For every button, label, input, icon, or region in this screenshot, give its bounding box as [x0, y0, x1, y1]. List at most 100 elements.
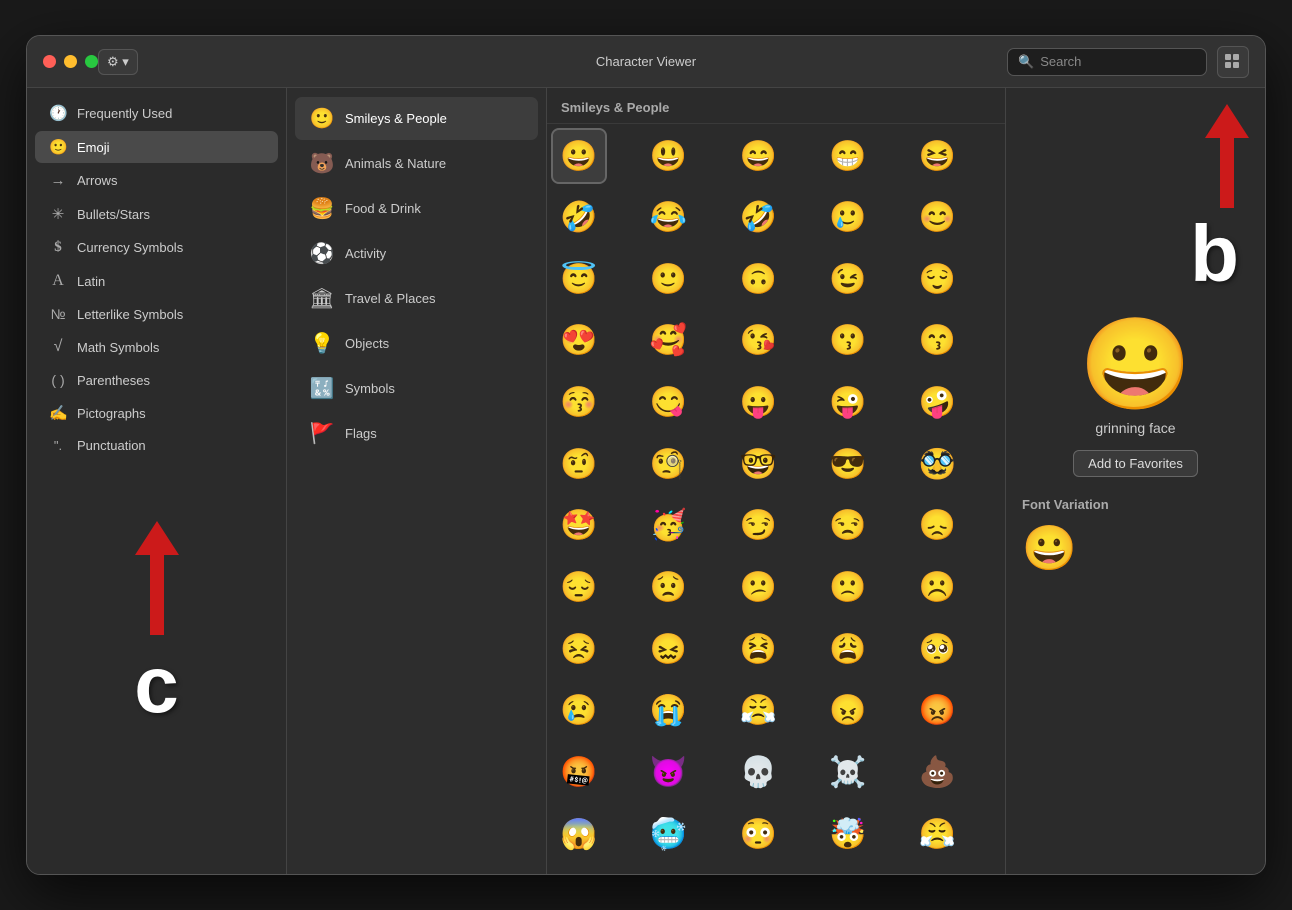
emoji-cell[interactable]: 😔 — [553, 562, 605, 614]
sidebar-item-bullets-stars[interactable]: ✳ Bullets/Stars — [35, 198, 278, 230]
emoji-cell[interactable]: 😏 — [732, 500, 784, 552]
sidebar-item-frequently-used[interactable]: 🕐 Frequently Used — [35, 97, 278, 129]
emoji-cell[interactable]: 😒 — [822, 500, 874, 552]
traffic-lights — [43, 55, 98, 68]
sidebar-label-frequently-used: Frequently Used — [77, 106, 172, 121]
emoji-cell[interactable]: 🤣 — [553, 192, 605, 244]
emoji-cell[interactable]: 😉 — [822, 253, 874, 305]
sidebar-item-currency-symbols[interactable]: $ Currency Symbols — [35, 232, 278, 263]
maximize-button[interactable] — [85, 55, 98, 68]
emoji-cell[interactable]: 🙃 — [732, 253, 784, 305]
emoji-cell[interactable]: 🥰 — [643, 315, 695, 367]
emoji-cell[interactable]: 😙 — [911, 315, 963, 367]
emoji-cell[interactable]: 😕 — [732, 562, 784, 614]
emoji-cell[interactable]: 🥶 — [643, 808, 695, 860]
emoji-cell[interactable]: 😭 — [643, 685, 695, 737]
grid-view-button[interactable] — [1217, 46, 1249, 78]
travel-icon: 🏛 — [309, 286, 335, 311]
clock-icon: 🕐 — [49, 104, 67, 122]
add-to-favorites-button[interactable]: Add to Favorites — [1073, 450, 1198, 477]
sidebar-label-bullets: Bullets/Stars — [77, 207, 150, 222]
middle-item-objects[interactable]: 💡 Objects — [295, 322, 538, 365]
settings-button[interactable]: ⚙ ▾ — [98, 49, 138, 75]
emoji-cell[interactable]: 😤 — [732, 685, 784, 737]
emoji-cell[interactable]: 🙁 — [822, 562, 874, 614]
emoji-cell[interactable]: 🤨 — [553, 438, 605, 490]
emoji-cell[interactable]: 😞 — [911, 500, 963, 552]
emoji-cell[interactable]: ☹️ — [911, 562, 963, 614]
middle-item-travel-places[interactable]: 🏛 Travel & Places — [295, 277, 538, 320]
sidebar-item-arrows[interactable]: → Arrows — [35, 165, 278, 196]
middle-item-activity[interactable]: ⚽ Activity — [295, 232, 538, 275]
activity-icon: ⚽ — [309, 241, 335, 266]
arrow-c-head — [135, 521, 179, 555]
emoji-cell[interactable]: 😜 — [822, 377, 874, 429]
middle-item-smileys-people[interactable]: 🙂 Smileys & People — [295, 97, 538, 140]
emoji-cell[interactable]: 😠 — [822, 685, 874, 737]
middle-label-animals: Animals & Nature — [345, 156, 446, 171]
emoji-cell[interactable]: 🙂 — [643, 253, 695, 305]
minimize-button[interactable] — [64, 55, 77, 68]
emoji-cell[interactable]: 😛 — [732, 377, 784, 429]
emoji-cell[interactable]: 😱 — [553, 808, 605, 860]
middle-item-flags[interactable]: 🚩 Flags — [295, 412, 538, 455]
middle-label-activity: Activity — [345, 246, 386, 261]
emoji-cell[interactable]: 😌 — [911, 253, 963, 305]
emoji-cell[interactable]: 😢 — [553, 685, 605, 737]
emoji-cell[interactable]: 🤬 — [553, 747, 605, 799]
emoji-cell[interactable]: 😫 — [732, 623, 784, 675]
emoji-cell[interactable]: 🧐 — [643, 438, 695, 490]
emoji-cell[interactable]: 😍 — [553, 315, 605, 367]
sidebar-item-math[interactable]: √ Math Symbols — [35, 331, 278, 363]
emoji-cell[interactable]: 💀 — [732, 747, 784, 799]
emoji-cell[interactable]: 😩 — [822, 623, 874, 675]
emoji-cell[interactable]: 🥸 — [911, 438, 963, 490]
emoji-cell[interactable]: 😎 — [822, 438, 874, 490]
emoji-cell[interactable]: 🥲 — [822, 192, 874, 244]
emoji-cell[interactable]: 😇 — [553, 253, 605, 305]
emoji-cell[interactable]: 😳 — [732, 808, 784, 860]
emoji-cell[interactable]: 😋 — [643, 377, 695, 429]
emoji-cell[interactable]: 😊 — [911, 192, 963, 244]
emoji-cell[interactable]: 🥺 — [911, 623, 963, 675]
emoji-cell[interactable]: 🤯 — [822, 808, 874, 860]
emoji-cell[interactable]: 😗 — [822, 315, 874, 367]
emoji-cell[interactable]: 😁 — [822, 130, 874, 182]
emoji-cell[interactable]: 😈 — [643, 747, 695, 799]
close-button[interactable] — [43, 55, 56, 68]
punctuation-icon: ". — [49, 438, 67, 453]
label-c: c — [134, 639, 179, 731]
emoji-cell[interactable]: 😚 — [553, 377, 605, 429]
sidebar-item-letterlike[interactable]: № Letterlike Symbols — [35, 299, 278, 329]
sidebar-item-punctuation[interactable]: ". Punctuation — [35, 431, 278, 460]
middle-item-animals-nature[interactable]: 🐻 Animals & Nature — [295, 142, 538, 185]
sidebar-label-arrows: Arrows — [77, 173, 117, 188]
middle-item-symbols[interactable]: 🔣 Symbols — [295, 367, 538, 410]
emoji-cell[interactable]: 🤩 — [553, 500, 605, 552]
emoji-cell[interactable]: 😄 — [732, 130, 784, 182]
emoji-cell[interactable]: 🤣 — [732, 192, 784, 244]
middle-item-food-drink[interactable]: 🍔 Food & Drink — [295, 187, 538, 230]
sidebar-item-latin[interactable]: A Latin — [35, 265, 278, 297]
emoji-cell[interactable]: 😀 — [553, 130, 605, 182]
emoji-cell[interactable]: 😃 — [643, 130, 695, 182]
arrow-c-shaft — [150, 555, 164, 635]
emoji-cell[interactable]: 😡 — [911, 685, 963, 737]
emoji-cell[interactable]: 😖 — [643, 623, 695, 675]
emoji-cell[interactable]: 😆 — [911, 130, 963, 182]
emoji-cell[interactable]: 🤓 — [732, 438, 784, 490]
emoji-cell[interactable]: 🤪 — [911, 377, 963, 429]
sidebar-label-parentheses: Parentheses — [77, 373, 150, 388]
emoji-cell[interactable]: ☠️ — [822, 747, 874, 799]
emoji-cell[interactable]: 😤 — [911, 808, 963, 860]
emoji-cell[interactable]: 😘 — [732, 315, 784, 367]
emoji-cell[interactable]: 😂 — [643, 192, 695, 244]
sidebar-item-emoji[interactable]: 🙂 Emoji — [35, 131, 278, 163]
emoji-cell[interactable]: 💩 — [911, 747, 963, 799]
emoji-cell[interactable]: 😟 — [643, 562, 695, 614]
search-box[interactable]: 🔍 Search — [1007, 48, 1207, 76]
emoji-cell[interactable]: 🥳 — [643, 500, 695, 552]
emoji-cell[interactable]: 😣 — [553, 623, 605, 675]
sidebar-item-pictographs[interactable]: ✍ Pictographs — [35, 397, 278, 429]
sidebar-item-parentheses[interactable]: ( ) Parentheses — [35, 365, 278, 395]
